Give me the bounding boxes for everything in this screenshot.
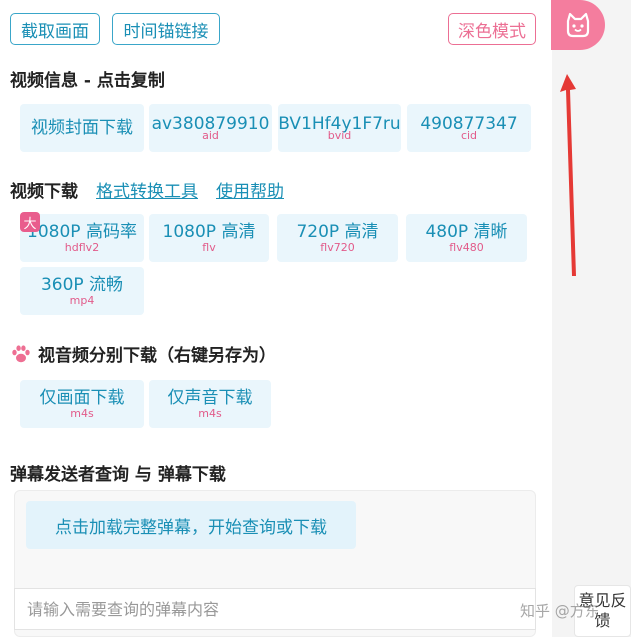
tile-sublabel: hdflv2 — [64, 241, 100, 254]
download-720p-tile[interactable]: 720P 高清 flv720 — [277, 214, 398, 262]
tile-label: 1080P 高码率 — [27, 222, 137, 242]
helper-panel: 截取画面 时间锚链接 深色模式 视频信息 - 点击复制 视频封面下载 av380… — [0, 0, 552, 637]
video-download-label: 视频下载 — [10, 182, 78, 202]
tile-label: 480P 清晰 — [425, 222, 508, 242]
danmu-title: 弹幕发送者查询 与 弹幕下载 — [10, 465, 226, 485]
video-download-title: 视频下载 格式转换工具 使用帮助 — [10, 177, 284, 202]
big-badge-icon: 大 — [20, 212, 40, 232]
tile-label: 视频封面下载 — [31, 118, 133, 138]
watermark: 知乎 @方东 — [520, 602, 600, 620]
cid-tile[interactable]: 490877347 cid — [407, 104, 531, 152]
tile-sublabel: m4s — [198, 407, 222, 420]
tile-sublabel: aid — [202, 129, 219, 142]
tile-label: 仅声音下载 — [167, 388, 253, 408]
format-tool-link[interactable]: 格式转换工具 — [96, 177, 198, 202]
annotation-arrow-icon — [560, 74, 576, 276]
paw-icon — [10, 343, 32, 365]
timestamp-link-button[interactable]: 时间锚链接 — [112, 13, 220, 45]
danmu-search-input[interactable] — [14, 588, 536, 630]
audio-only-download-tile[interactable]: 仅声音下载 m4s — [149, 380, 271, 428]
help-link[interactable]: 使用帮助 — [216, 177, 284, 202]
tile-sublabel: mp4 — [69, 294, 95, 307]
download-1080p-flv-tile[interactable]: 1080P 高清 flv — [149, 214, 269, 262]
download-360p-tile[interactable]: 360P 流畅 mp4 — [20, 267, 144, 315]
tile-sublabel: bvid — [327, 129, 352, 142]
screenshot-button[interactable]: 截取画面 — [10, 13, 100, 45]
tile-sublabel: m4s — [70, 407, 94, 420]
bvid-tile[interactable]: BV1Hf4y1F7ru bvid — [278, 104, 401, 152]
tile-sublabel: flv480 — [449, 241, 484, 254]
cat-icon — [563, 10, 593, 40]
tile-label: 仅画面下载 — [39, 388, 125, 408]
video-info-title: 视频信息 - 点击复制 — [10, 71, 165, 91]
tile-label: 1080P 高清 — [162, 222, 256, 242]
download-480p-tile[interactable]: 480P 清晰 flv480 — [406, 214, 527, 262]
load-danmu-button[interactable]: 点击加载完整弹幕，开始查询或下载 — [26, 501, 356, 549]
cover-download-tile[interactable]: 视频封面下载 — [20, 104, 144, 152]
tile-sublabel: cid — [460, 129, 478, 142]
av-split-label: 视音频分别下载（右键另存为） — [38, 346, 276, 366]
tile-sublabel: flv720 — [320, 241, 355, 254]
video-only-download-tile[interactable]: 仅画面下载 m4s — [20, 380, 144, 428]
tile-sublabel: flv — [202, 241, 216, 254]
cat-toggle-tab[interactable] — [551, 0, 605, 50]
tile-label: 720P 高清 — [296, 222, 379, 242]
dark-mode-button[interactable]: 深色模式 — [448, 13, 536, 45]
av-split-title: 视音频分别下载（右键另存为） — [10, 341, 276, 366]
aid-tile[interactable]: av380879910 aid — [149, 104, 272, 152]
tile-label: 360P 流畅 — [40, 275, 124, 295]
